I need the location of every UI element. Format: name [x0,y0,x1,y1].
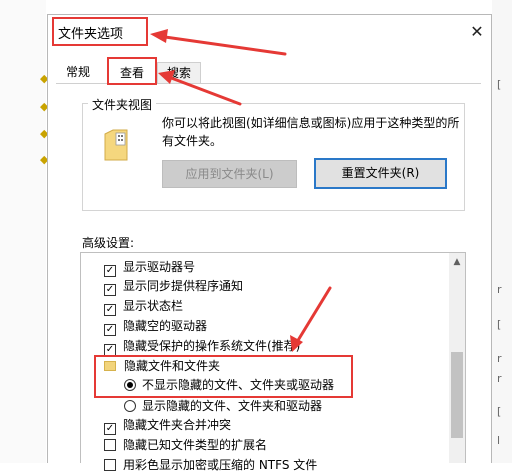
annotation-arrows [150,29,332,352]
arrowhead-title [150,29,168,43]
arrowhead-view-tab [158,70,175,84]
arrow-to-view-tab [164,74,242,106]
arrow-to-hidden-files [295,286,332,344]
arrow-to-title [156,34,287,56]
